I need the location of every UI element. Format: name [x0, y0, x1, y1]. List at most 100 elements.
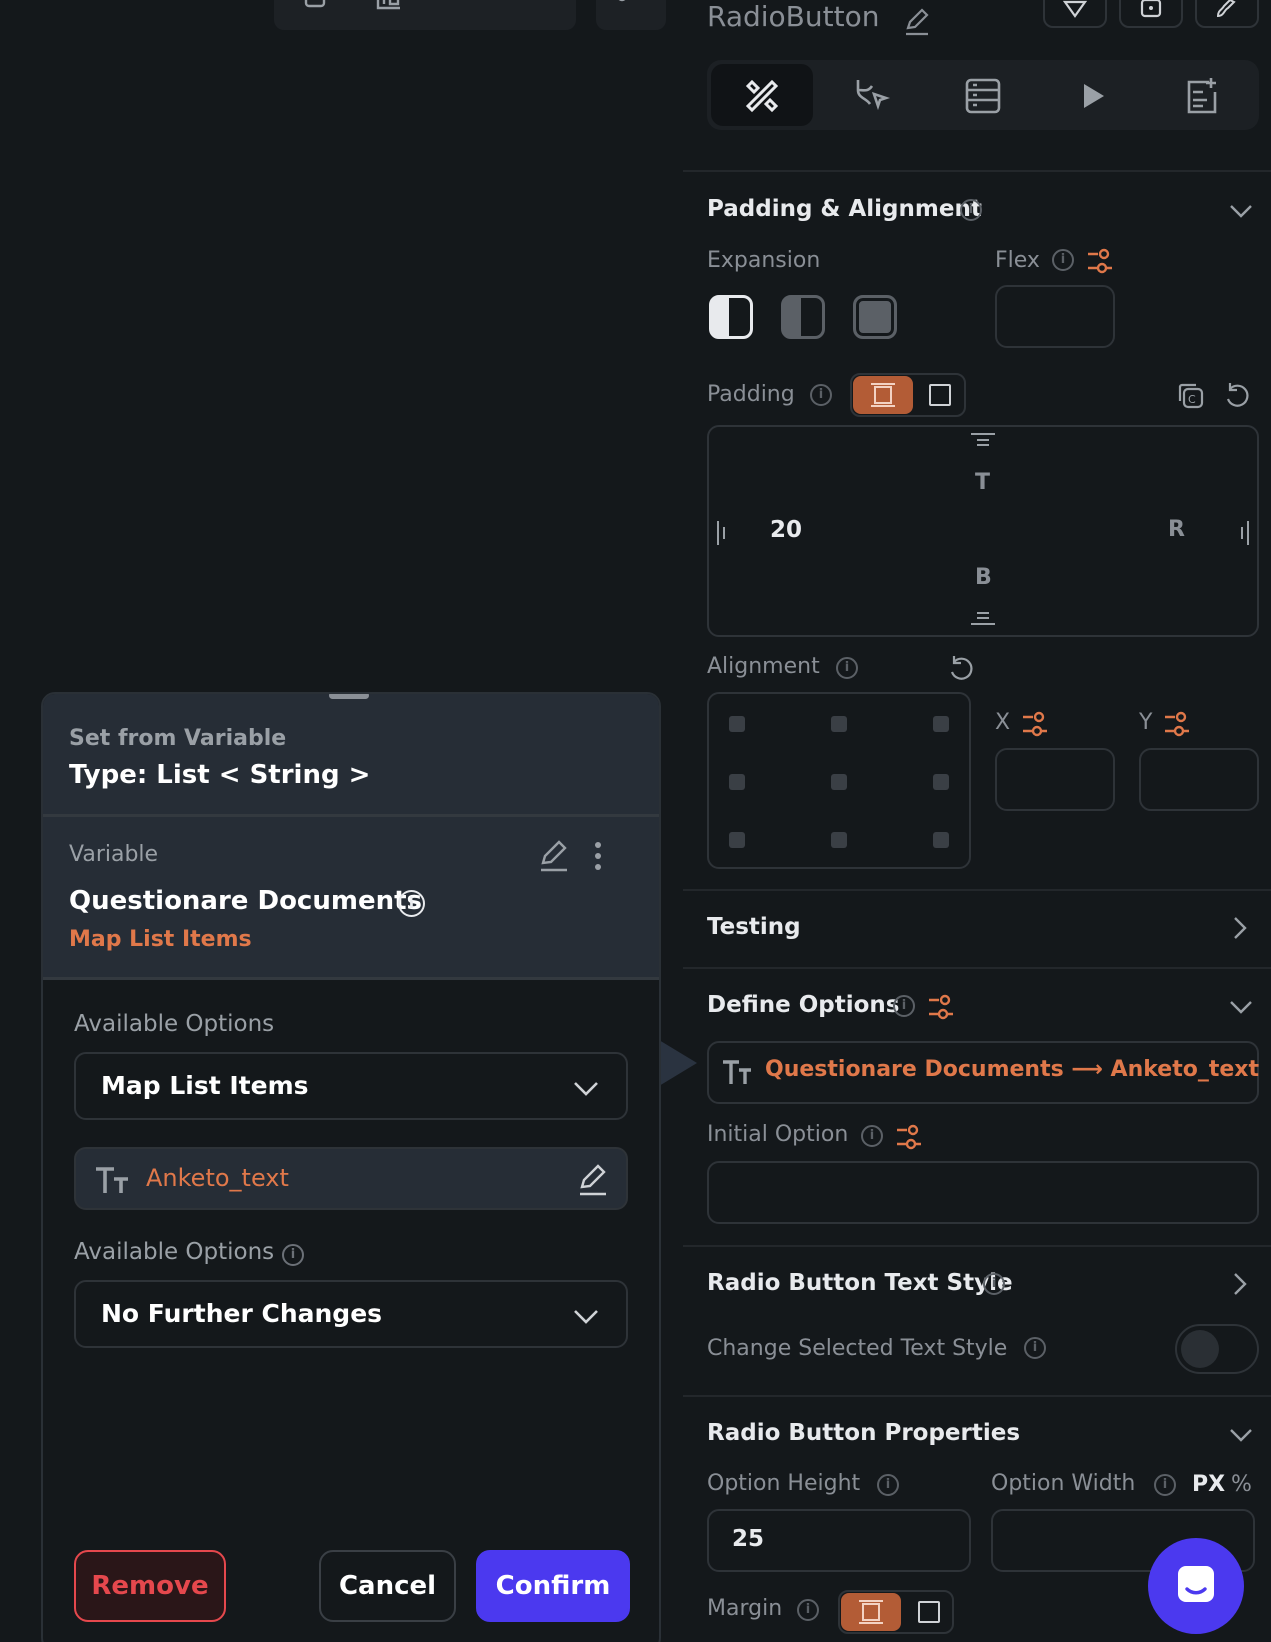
- testing-title[interactable]: Testing: [707, 914, 801, 940]
- collapse-chevron-icon[interactable]: [1227, 992, 1255, 1020]
- alignment-reset-icon[interactable]: [946, 654, 976, 684]
- more-options-icon[interactable]: [591, 839, 605, 873]
- available-options-select[interactable]: Map List Items: [74, 1052, 628, 1120]
- align-y-input[interactable]: [1139, 748, 1259, 811]
- align-center-left[interactable]: [729, 774, 745, 790]
- initial-option-variable-icon[interactable]: [895, 1123, 923, 1151]
- option-width-info-icon[interactable]: i: [1154, 1474, 1176, 1496]
- component-name: RadioButton: [707, 0, 880, 33]
- initial-option-info-icon[interactable]: i: [861, 1125, 883, 1147]
- padding-left-handle-icon[interactable]: [716, 520, 730, 546]
- dialog-type-label: Type: List < String >: [69, 760, 371, 790]
- padding-mode-all[interactable]: [853, 376, 913, 414]
- margin-mode-all[interactable]: [841, 1593, 901, 1631]
- screen-icon[interactable]: [444, 0, 474, 12]
- change-selected-info-icon[interactable]: i: [1024, 1337, 1046, 1359]
- layout-icon[interactable]: [374, 0, 404, 12]
- collapse-chevron-icon[interactable]: [1227, 196, 1255, 224]
- expansion-option-1[interactable]: [709, 295, 753, 339]
- edit-name-icon[interactable]: [902, 6, 932, 36]
- mapped-field-value: Anketo_text: [146, 1164, 289, 1192]
- align-y-variable-icon[interactable]: [1163, 710, 1191, 738]
- expansion-option-3[interactable]: [853, 295, 897, 339]
- align-x-label: X: [995, 710, 1011, 735]
- copy-icon[interactable]: C: [1176, 381, 1206, 411]
- padding-right-label[interactable]: R: [1168, 517, 1185, 542]
- cancel-button[interactable]: Cancel: [319, 1550, 456, 1622]
- confirm-button[interactable]: Confirm: [476, 1550, 630, 1622]
- padding-top-handle-icon[interactable]: [970, 432, 996, 446]
- padding-bottom-label[interactable]: B: [975, 565, 992, 590]
- text-style-title[interactable]: Radio Button Text Style: [707, 1270, 1013, 1296]
- available-options-value: Map List Items: [101, 1071, 309, 1100]
- align-x-variable-icon[interactable]: [1021, 710, 1049, 738]
- flex-variable-icon[interactable]: [1086, 247, 1114, 275]
- initial-option-input[interactable]: [707, 1161, 1259, 1224]
- padding-info-icon[interactable]: i: [810, 384, 832, 406]
- expand-chevron-icon[interactable]: [1226, 914, 1254, 942]
- tool-icon[interactable]: [522, 0, 552, 12]
- expansion-option-2[interactable]: [781, 295, 825, 339]
- option-height-info-icon[interactable]: i: [877, 1474, 899, 1496]
- align-bottom-left[interactable]: [729, 832, 745, 848]
- align-top-center[interactable]: [831, 716, 847, 732]
- flex-label: Flex: [995, 248, 1040, 273]
- divider: [683, 889, 1271, 891]
- align-bottom-center[interactable]: [831, 832, 847, 848]
- dialog-pointer: [659, 1040, 697, 1086]
- tab-actions-icon[interactable]: [852, 76, 892, 116]
- change-selected-toggle[interactable]: [1175, 1324, 1259, 1374]
- further-options-select[interactable]: No Further Changes: [74, 1280, 628, 1348]
- divider: [43, 977, 659, 980]
- header-action-1[interactable]: [1043, 0, 1107, 28]
- divider: [683, 1395, 1271, 1397]
- header-action-2[interactable]: [1119, 0, 1183, 28]
- padding-alignment-info-icon[interactable]: i: [960, 199, 982, 221]
- align-center[interactable]: [831, 774, 847, 790]
- header-action-3[interactable]: [1195, 0, 1259, 28]
- device-icon[interactable]: [300, 0, 330, 12]
- text-style-info-icon[interactable]: i: [983, 1273, 1005, 1295]
- align-top-right[interactable]: [933, 716, 949, 732]
- reset-icon[interactable]: [1222, 381, 1252, 411]
- tab-play-icon[interactable]: [1076, 80, 1108, 112]
- alignment-info-icon[interactable]: i: [836, 657, 858, 679]
- variable-info-icon[interactable]: i: [398, 890, 425, 917]
- collapse-chevron-icon[interactable]: [1227, 1420, 1255, 1448]
- set-from-variable-dialog: Set from Variable Type: List < String > …: [41, 692, 661, 1642]
- align-top-left[interactable]: [729, 716, 745, 732]
- padding-top-label[interactable]: T: [975, 470, 990, 495]
- option-height-label: Option Height: [707, 1471, 861, 1496]
- align-bottom-right[interactable]: [933, 832, 949, 848]
- further-options-info-icon[interactable]: i: [282, 1244, 304, 1266]
- toggle-knob: [1181, 1330, 1219, 1368]
- align-center-right[interactable]: [933, 774, 949, 790]
- padding-left-value[interactable]: 20: [770, 517, 802, 543]
- unit-percent[interactable]: %: [1231, 1472, 1252, 1497]
- settings-icon[interactable]: [614, 0, 644, 12]
- drag-handle[interactable]: [329, 694, 369, 699]
- chat-support-button[interactable]: [1148, 1538, 1244, 1634]
- tab-backend-icon[interactable]: [963, 76, 1003, 116]
- mapped-field[interactable]: Anketo_text: [74, 1147, 628, 1210]
- margin-info-icon[interactable]: i: [797, 1599, 819, 1621]
- padding-right-handle-icon[interactable]: [1236, 520, 1250, 546]
- alignment-grid: [707, 692, 971, 869]
- unit-px[interactable]: PX: [1192, 1472, 1225, 1497]
- variable-transform[interactable]: Map List Items: [69, 927, 252, 952]
- flex-info-icon[interactable]: i: [1052, 249, 1074, 271]
- expand-chevron-icon[interactable]: [1226, 1270, 1254, 1298]
- flex-input[interactable]: [995, 285, 1115, 348]
- margin-mode-individual[interactable]: [918, 1601, 940, 1623]
- padding-mode-individual[interactable]: [929, 384, 951, 406]
- edit-variable-icon[interactable]: [537, 839, 571, 873]
- remove-button[interactable]: Remove: [74, 1550, 226, 1622]
- tab-properties[interactable]: [711, 64, 813, 126]
- variable-label: Variable: [69, 842, 159, 867]
- tab-notes-icon[interactable]: [1183, 76, 1223, 116]
- define-options-info-icon[interactable]: i: [893, 995, 915, 1017]
- edit-field-icon[interactable]: [576, 1163, 610, 1197]
- define-options-variable-icon[interactable]: [927, 993, 955, 1021]
- padding-bottom-handle-icon[interactable]: [970, 612, 996, 626]
- align-x-input[interactable]: [995, 748, 1115, 811]
